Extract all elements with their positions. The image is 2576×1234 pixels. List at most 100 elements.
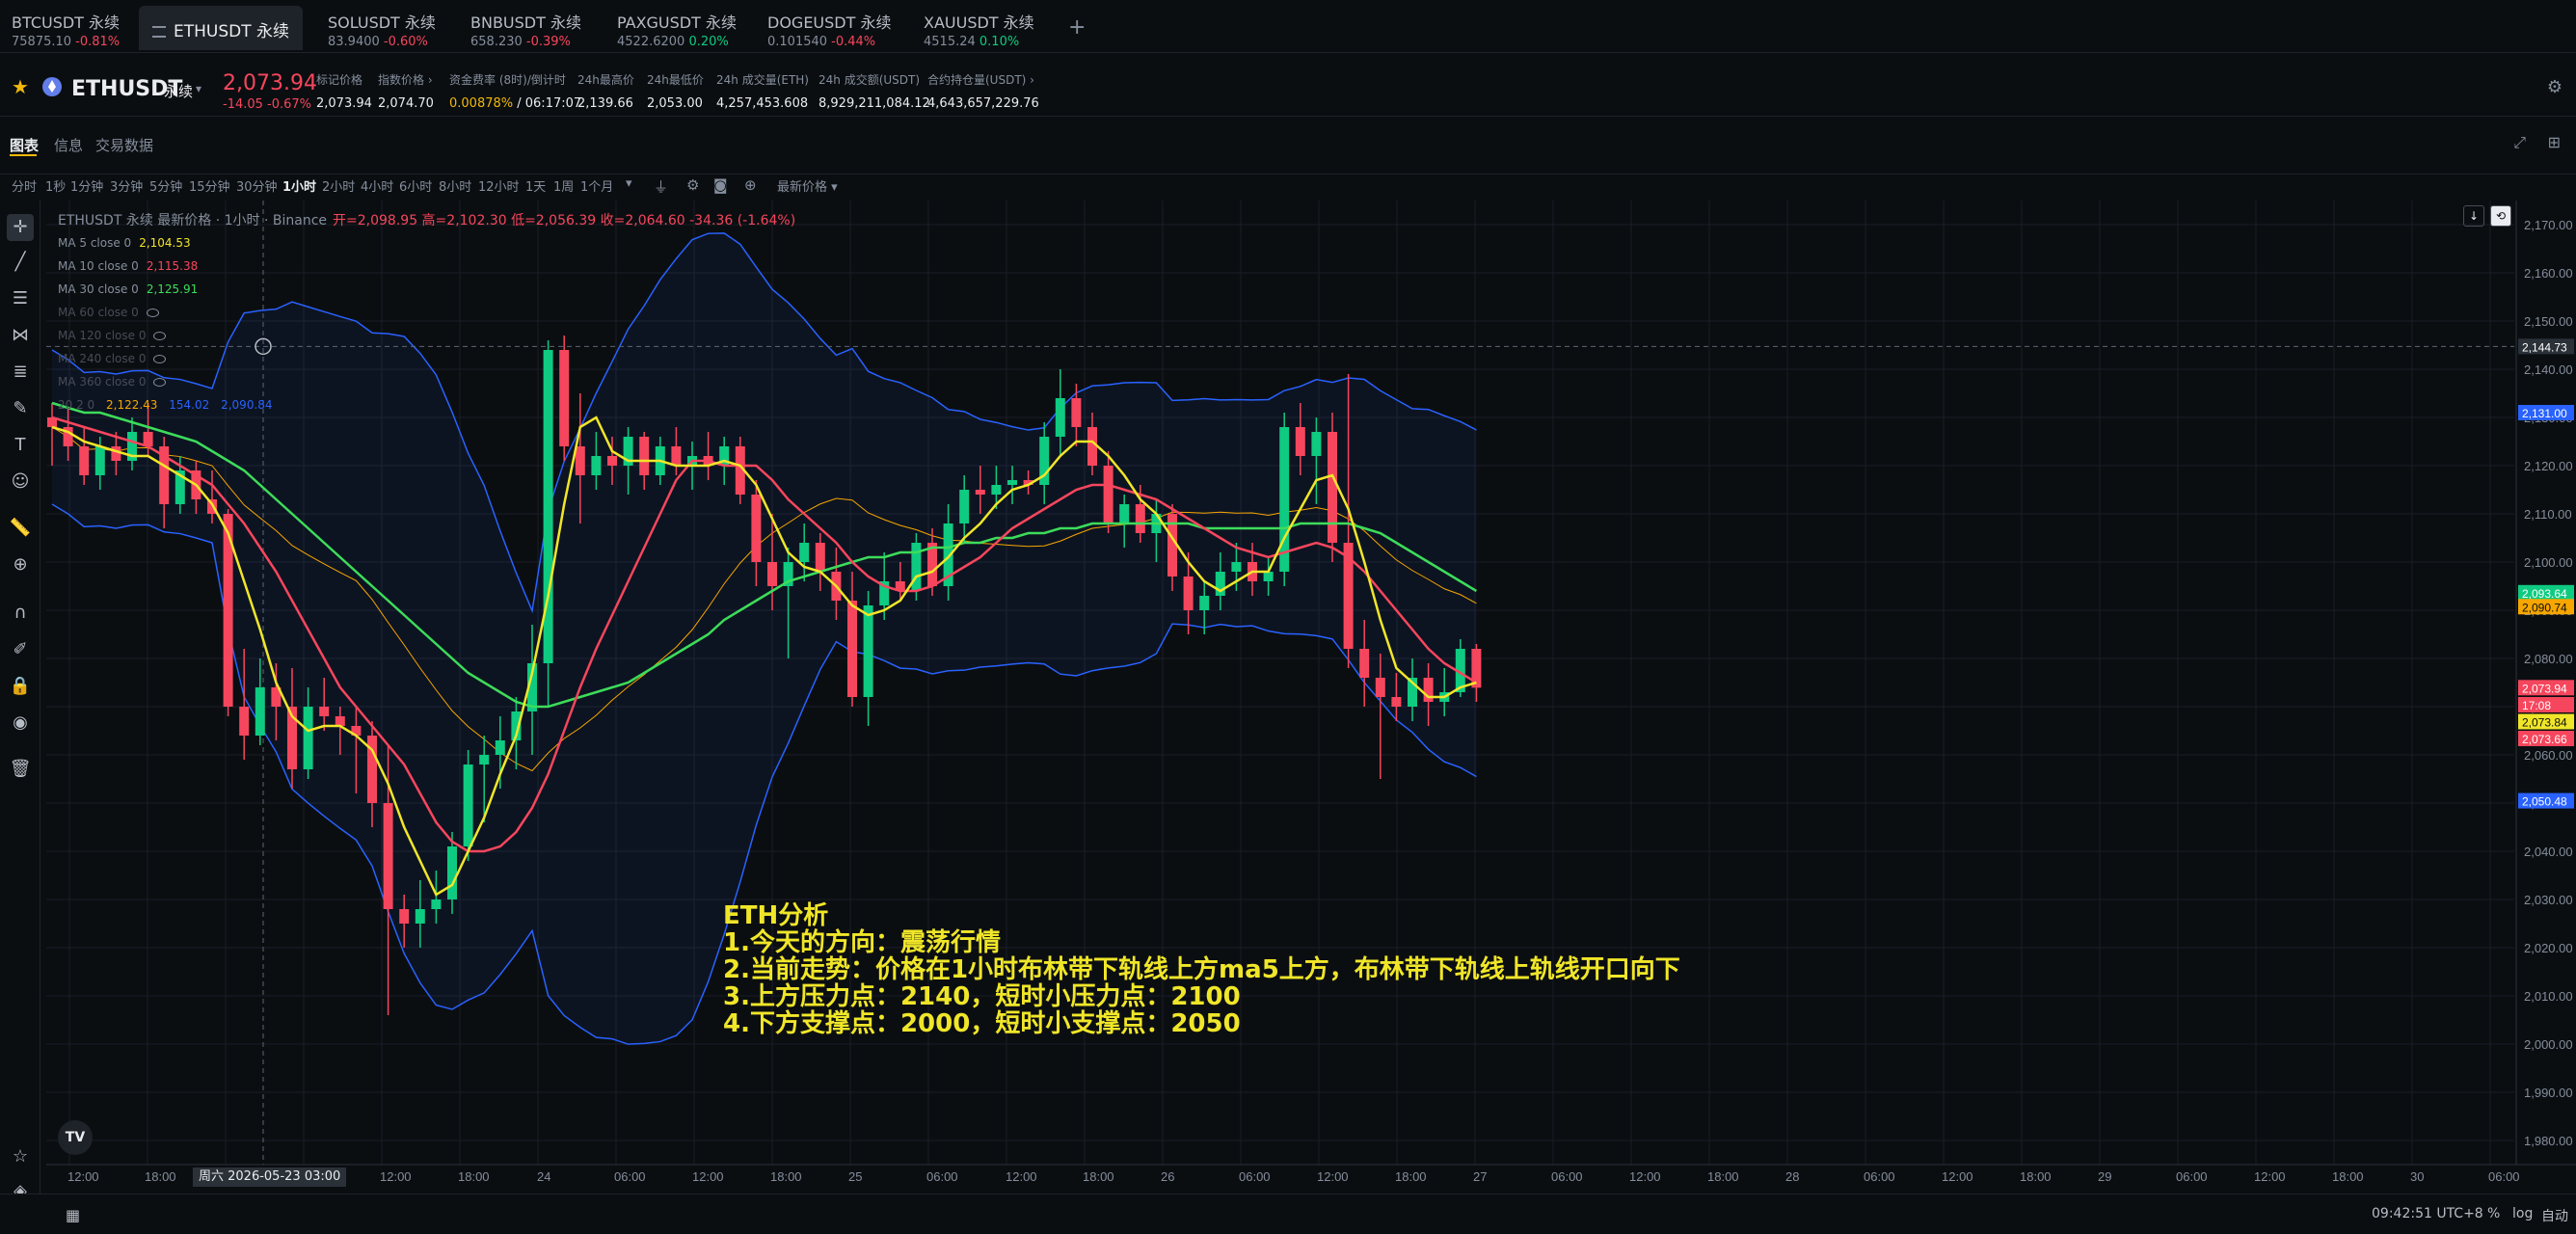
percent-toggle[interactable]: % bbox=[2487, 1206, 2500, 1221]
active-tab-underline bbox=[10, 154, 37, 156]
price-chart[interactable]: 2,170.002,160.002,150.002,140.002,130.00… bbox=[46, 201, 2576, 1194]
camera-icon[interactable]: ◙ bbox=[713, 176, 728, 194]
tab-paxgusdt[interactable]: PAXGUSDT 永续 4522.6200 0.20% bbox=[617, 10, 737, 49]
stat-value: 2,053.00 bbox=[647, 96, 703, 111]
candle-body bbox=[111, 446, 121, 461]
ma120-row[interactable]: MA 120 close 0 bbox=[58, 329, 167, 342]
chevron-down-icon[interactable]: ▾ bbox=[626, 176, 632, 191]
trash-icon[interactable]: 🗑 bbox=[7, 756, 34, 783]
brush-icon[interactable]: ✎ bbox=[7, 395, 34, 422]
add-tab-button[interactable]: + bbox=[1068, 15, 1086, 40]
emoji-icon[interactable]: ☺ bbox=[7, 469, 34, 496]
add-circle-icon[interactable]: ⊕ bbox=[744, 176, 757, 194]
interval-option[interactable]: 5分钟 bbox=[149, 176, 182, 195]
tradingview-logo[interactable]: TV bbox=[58, 1120, 93, 1155]
tab-solusdt[interactable]: SOLUSDT 永续 83.9400 -0.60% bbox=[328, 10, 436, 49]
time-axis-label: 18:00 bbox=[1395, 1169, 1427, 1184]
price-axis-label: 2,110.00 bbox=[2524, 507, 2572, 522]
layout-grid-icon[interactable]: ⊞ bbox=[2548, 133, 2561, 151]
stat-funding-rate: 资金费率 (8时)/倒计时 0.00878% / 06:17:07 bbox=[449, 71, 581, 111]
lock-icon[interactable]: 🔒 bbox=[7, 673, 34, 700]
arrow-down-icon[interactable]: ↓ bbox=[2463, 205, 2484, 227]
interval-option[interactable]: 30分钟 bbox=[236, 176, 278, 195]
interval-option[interactable]: 8小时 bbox=[439, 176, 471, 195]
symbol-type[interactable]: 永续 bbox=[164, 81, 193, 101]
interval-option[interactable]: 1天 bbox=[525, 176, 546, 195]
lock-drawing-icon[interactable]: ✐ bbox=[7, 636, 34, 663]
interval-option[interactable]: 6小时 bbox=[399, 176, 432, 195]
ma30-row[interactable]: MA 30 close 0 2,125.91 bbox=[58, 282, 198, 296]
horizontal-lines-icon[interactable]: ☰ bbox=[7, 285, 34, 312]
ma60-row[interactable]: MA 60 close 0 bbox=[58, 306, 159, 319]
stat-open-interest[interactable]: 合约持仓量(USDT) › 4,643,657,229.76 bbox=[927, 71, 1039, 111]
tab-info[interactable]: 信息 bbox=[54, 135, 83, 155]
settings-icon[interactable]: ⚙ bbox=[2547, 77, 2563, 97]
candle-body bbox=[1391, 697, 1402, 707]
stat-label: 24h 成交量(ETH) bbox=[716, 73, 809, 87]
interval-option[interactable]: 1周 bbox=[553, 176, 574, 195]
trend-line-icon[interactable]: ╱ bbox=[7, 249, 34, 276]
star-icon[interactable]: ★ bbox=[12, 75, 29, 98]
ma240-row[interactable]: MA 240 close 0 bbox=[58, 352, 167, 365]
tab-trading-data[interactable]: 交易数据 bbox=[95, 135, 153, 155]
interval-option-active[interactable]: 1小时 bbox=[282, 176, 316, 195]
tab-btcusdt[interactable]: BTCUSDT 永续 75875.10 -0.81% bbox=[12, 10, 121, 49]
clock-time[interactable]: 09:42:51 UTC+8 bbox=[2372, 1206, 2483, 1221]
interval-option[interactable]: 4小时 bbox=[361, 176, 393, 195]
calendar-icon[interactable]: ▦ bbox=[66, 1206, 80, 1224]
zoom-in-icon[interactable]: ⊕ bbox=[7, 551, 34, 578]
chevron-down-icon[interactable]: ▾ bbox=[196, 82, 201, 95]
interval-option[interactable]: 2小时 bbox=[322, 176, 355, 195]
settings-icon[interactable]: ⚙ bbox=[686, 176, 699, 194]
tab-dogeusdt[interactable]: DOGEUSDT 永续 0.101540 -0.44% bbox=[767, 10, 891, 49]
tab-name: PAXGUSDT 永续 bbox=[617, 13, 737, 32]
tab-ethusdt[interactable]: ETHUSDT 永续 bbox=[139, 6, 304, 50]
price-type-select[interactable]: 最新价格 ▾ bbox=[777, 176, 838, 195]
interval-option[interactable]: 12小时 bbox=[478, 176, 520, 195]
stat-index-price[interactable]: 指数价格 › 2,074.70 bbox=[378, 71, 434, 111]
star-icon[interactable]: ☆ bbox=[7, 1143, 34, 1170]
time-axis-label: 18:00 bbox=[1083, 1169, 1114, 1184]
candle-body bbox=[767, 562, 777, 586]
text-icon[interactable]: T bbox=[7, 432, 34, 459]
eye-icon[interactable] bbox=[146, 308, 159, 317]
price-axis-label: 2,170.00 bbox=[2524, 218, 2573, 232]
interval-option[interactable]: 1个月 bbox=[580, 176, 613, 195]
boll-row[interactable]: 20 2 0 2,122.43 154.02 2,090.84 bbox=[58, 398, 273, 412]
candle-body bbox=[1231, 562, 1242, 572]
tab-bnbusdt[interactable]: BNBUSDT 永续 658.230 -0.39% bbox=[470, 10, 581, 49]
ma5-row[interactable]: MA 5 close 0 2,104.53 bbox=[58, 236, 191, 250]
eye-icon[interactable] bbox=[153, 355, 167, 363]
ruler-icon[interactable]: 📏 bbox=[7, 515, 34, 542]
auto-toggle[interactable]: 自动 bbox=[2541, 1206, 2568, 1225]
tab-xauusdt[interactable]: XAUUSDT 永续 4515.24 0.10% bbox=[924, 10, 1034, 49]
eye-icon[interactable]: ◉ bbox=[7, 710, 34, 737]
magnet-icon[interactable]: ∩ bbox=[7, 600, 34, 627]
interval-option[interactable]: 3分钟 bbox=[110, 176, 143, 195]
interval-option[interactable]: 1分钟 bbox=[70, 176, 103, 195]
eye-icon[interactable] bbox=[153, 332, 167, 340]
annotation-line: 2.当前走势：价格在1小时布林带下轨线上方ma5上方，布林带下轨线上轨线开口向下 bbox=[723, 955, 1680, 984]
expand-icon[interactable]: ⤢ bbox=[2513, 133, 2526, 152]
ma10-row[interactable]: MA 10 close 0 2,115.38 bbox=[58, 259, 198, 273]
annotation-line: 4.下方支撑点：2000，短时小支撑点：2050 bbox=[723, 1009, 1241, 1038]
candle-body bbox=[495, 740, 505, 755]
tab-chart[interactable]: 图表 bbox=[10, 135, 39, 155]
eye-icon[interactable] bbox=[153, 378, 167, 387]
interval-option[interactable]: 15分钟 bbox=[189, 176, 230, 195]
fib-icon[interactable]: ≣ bbox=[7, 359, 34, 386]
stat-value: 8,929,211,084.12 bbox=[818, 96, 930, 111]
menu-icon bbox=[152, 26, 166, 38]
interval-option[interactable]: 1秒 bbox=[45, 176, 66, 195]
tab-change: -0.81% bbox=[75, 35, 121, 49]
pattern-icon[interactable]: ⋈ bbox=[7, 322, 34, 349]
indicator-icon[interactable]: ⏚ bbox=[654, 176, 668, 197]
reset-icon[interactable]: ⟲ bbox=[2490, 205, 2511, 227]
analysis-annotation[interactable]: ETH分析 1.今天的方向：震荡行情 2.当前走势：价格在1小时布林带下轨线上方… bbox=[723, 902, 1680, 1037]
time-axis-label: 29 bbox=[2098, 1169, 2111, 1184]
candle-body bbox=[1183, 577, 1194, 610]
crosshair-icon[interactable]: ✛ bbox=[7, 214, 34, 241]
ma360-row[interactable]: MA 360 close 0 bbox=[58, 375, 167, 389]
log-toggle[interactable]: log bbox=[2512, 1206, 2533, 1221]
interval-option[interactable]: 分时 bbox=[12, 176, 37, 195]
